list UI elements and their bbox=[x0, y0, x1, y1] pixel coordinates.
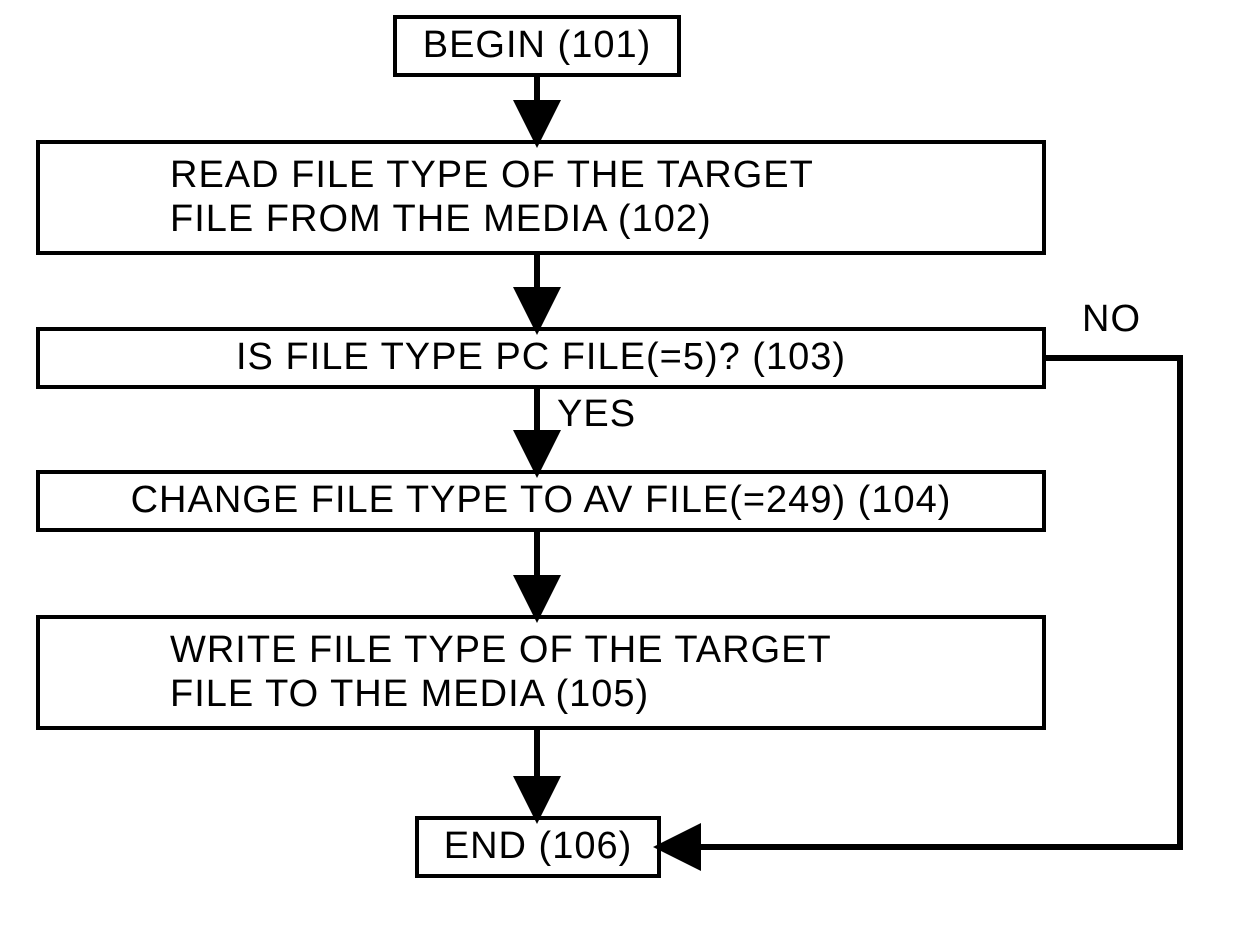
node-write-text: WRITE FILE TYPE OF THE TARGET FILE TO TH… bbox=[170, 629, 832, 716]
flowchart-canvas: BEGIN (101) READ FILE TYPE OF THE TARGET… bbox=[0, 0, 1247, 928]
node-change-text: CHANGE FILE TYPE TO AV FILE(=249) (104) bbox=[131, 479, 952, 523]
edge-check-end-no bbox=[665, 358, 1180, 847]
node-end: END (106) bbox=[415, 816, 661, 878]
node-check-text: IS FILE TYPE PC FILE(=5)? (103) bbox=[236, 336, 846, 380]
node-check: IS FILE TYPE PC FILE(=5)? (103) bbox=[36, 327, 1046, 389]
node-write: WRITE FILE TYPE OF THE TARGET FILE TO TH… bbox=[36, 615, 1046, 730]
node-begin: BEGIN (101) bbox=[393, 15, 681, 77]
node-read-text: READ FILE TYPE OF THE TARGET FILE FROM T… bbox=[170, 154, 814, 241]
branch-yes-label: YES bbox=[557, 393, 636, 436]
branch-no-label: NO bbox=[1082, 298, 1141, 341]
node-change: CHANGE FILE TYPE TO AV FILE(=249) (104) bbox=[36, 470, 1046, 532]
node-read: READ FILE TYPE OF THE TARGET FILE FROM T… bbox=[36, 140, 1046, 255]
node-end-text: END (106) bbox=[444, 825, 633, 869]
node-begin-text: BEGIN (101) bbox=[423, 24, 652, 68]
